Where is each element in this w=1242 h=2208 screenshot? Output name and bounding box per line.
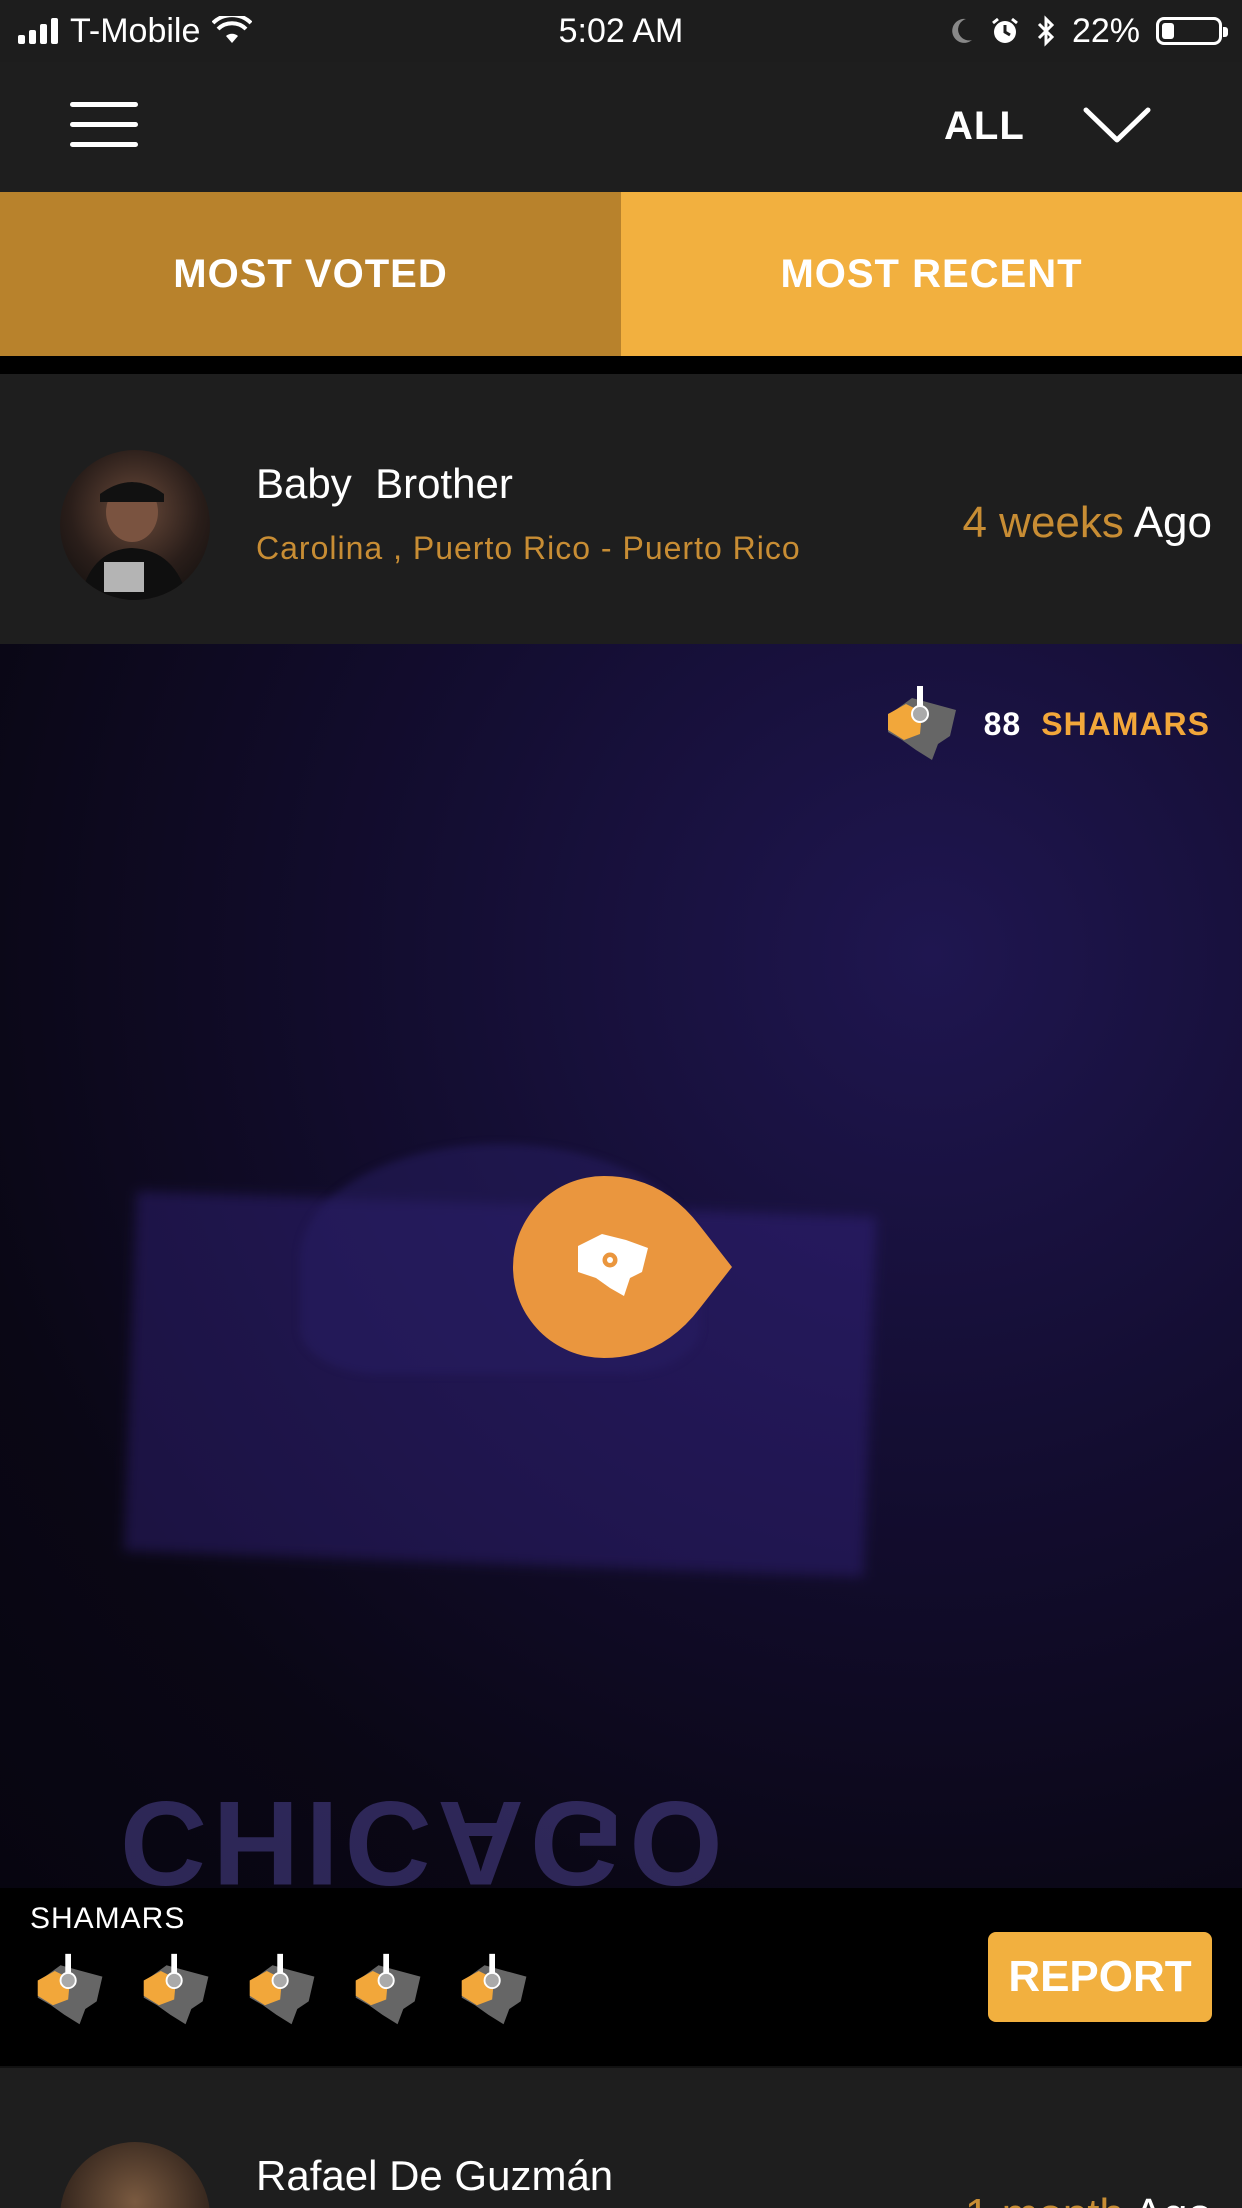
- shamars-label: SHAMARS: [30, 1902, 186, 1935]
- shamar-rating[interactable]: [32, 1950, 534, 2030]
- shamar-count-unit: SHAMARS: [1041, 705, 1210, 742]
- avatar[interactable]: [60, 450, 210, 600]
- shamar-icon: [887, 686, 956, 760]
- post-time: 4 weeks Ago: [962, 498, 1212, 548]
- post-time-amount: 4 weeks: [962, 498, 1124, 547]
- bluetooth-icon: [1037, 15, 1055, 47]
- play-icon[interactable]: [512, 1176, 732, 1358]
- user-name[interactable]: Baby Brother: [256, 460, 513, 508]
- shamar-rating-icon[interactable]: [138, 1950, 216, 2030]
- chevron-down-icon[interactable]: [1082, 106, 1152, 146]
- post-divider: [0, 2066, 1242, 2068]
- shamar-rating-icon[interactable]: [350, 1950, 428, 2030]
- post-media[interactable]: CHICAGO 88 SHAMARS: [0, 644, 1242, 1888]
- tab-most-voted[interactable]: MOST VOTED: [0, 192, 621, 356]
- shamar-rating-icon[interactable]: [456, 1950, 534, 2030]
- filter-dropdown-label[interactable]: ALL: [944, 104, 1025, 149]
- shamar-count-value: 88: [983, 705, 1022, 742]
- hamburger-menu-icon[interactable]: [70, 102, 138, 152]
- tab-divider: [0, 356, 1242, 374]
- post-time: 1 month Ago: [965, 2190, 1212, 2208]
- post-time-suffix: Ago: [1133, 498, 1212, 547]
- top-nav: ALL: [0, 62, 1242, 192]
- shamar-count: 88 SHAMARS: [882, 684, 1210, 764]
- tab-most-recent[interactable]: MOST RECENT: [621, 192, 1242, 356]
- battery-icon: [1156, 17, 1228, 45]
- sort-tabs: MOST VOTED MOST RECENT: [0, 192, 1242, 356]
- avatar[interactable]: [60, 2142, 210, 2208]
- battery-fill: [1162, 23, 1174, 39]
- post-time-suffix: Ago: [1134, 2190, 1212, 2208]
- next-post: Rafael De Guzmán 1 month Ago: [0, 2066, 1242, 2208]
- post-time-amount: 1 month: [965, 2190, 1124, 2208]
- moon-icon: [952, 18, 972, 43]
- post-footer: SHAMARS REPORT: [0, 1888, 1242, 2066]
- avatar-photo: [80, 482, 188, 600]
- post-header: Baby Brother Carolina , Puerto Rico - Pu…: [0, 374, 1242, 644]
- status-right: 22%: [948, 10, 1228, 52]
- shamar-rating-icon[interactable]: [244, 1950, 322, 2030]
- alarm-icon: [992, 17, 1018, 43]
- status-bar: T-Mobile 5:02 AM 22%: [0, 0, 1242, 62]
- user-location: Carolina , Puerto Rico - Puerto Rico: [256, 530, 801, 566]
- media-watermark: CHICAGO: [120, 1776, 729, 1888]
- user-name[interactable]: Rafael De Guzmán: [256, 2152, 613, 2200]
- report-button[interactable]: REPORT: [988, 1932, 1212, 2022]
- battery-percent: 22%: [1071, 11, 1140, 50]
- shamar-rating-icon[interactable]: [32, 1950, 110, 2030]
